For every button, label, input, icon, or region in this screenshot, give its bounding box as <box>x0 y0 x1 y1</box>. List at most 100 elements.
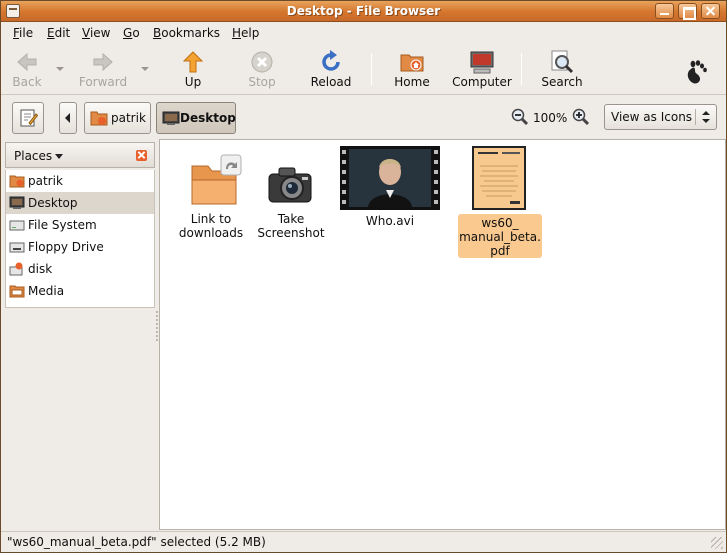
file-who-avi[interactable]: Who.avi <box>338 144 442 234</box>
up-label: Up <box>184 75 202 89</box>
sidebar-item-label: Media <box>28 284 65 298</box>
zoom-out-icon[interactable] <box>511 108 529 126</box>
chevron-down-icon[interactable] <box>55 154 63 159</box>
sidebar-item-disk[interactable]: disk <box>6 258 154 280</box>
camera-icon <box>268 167 312 203</box>
file-label: Screenshot <box>257 226 325 240</box>
forward-button[interactable]: Forward <box>71 43 135 95</box>
home-folder-icon <box>9 175 25 188</box>
window-title: Desktop - File Browser <box>286 4 441 18</box>
pane-resize-handle[interactable] <box>156 311 158 341</box>
home-button[interactable]: Home <box>388 43 436 95</box>
back-label: Back <box>12 75 42 89</box>
computer-label: Computer <box>452 75 512 89</box>
file-ws60-manual-beta-pdf[interactable]: ws60_ manual_beta. pdf <box>456 144 544 258</box>
forward-label: Forward <box>78 75 128 89</box>
view-mode-label: View as Icons <box>611 110 693 124</box>
menu-go[interactable]: Go <box>123 26 140 40</box>
toolbar-separator <box>371 53 372 85</box>
desktop-icon <box>9 196 25 209</box>
file-label: downloads <box>178 226 244 240</box>
disk-icon <box>9 262 23 276</box>
zoom-in-icon[interactable] <box>572 108 590 126</box>
search-label: Search <box>541 75 583 89</box>
combo-separator <box>695 109 696 125</box>
menu-edit[interactable]: Edit <box>47 26 70 40</box>
stop-label: Stop <box>248 75 276 89</box>
path-crumb-desktop[interactable]: Desktop <box>156 102 236 134</box>
file-label: Take <box>277 212 305 226</box>
reload-button[interactable]: Reload <box>304 43 358 95</box>
sidebar-item-label: disk <box>28 262 53 276</box>
toolbar-separator <box>521 53 522 85</box>
status-text: "ws60_manual_beta.pdf" selected (5.2 MB) <box>7 535 266 549</box>
minimize-button[interactable] <box>655 3 674 19</box>
menu-bookmarks[interactable]: Bookmarks <box>153 26 220 40</box>
up-arrow-icon <box>182 51 204 73</box>
view-mode-select[interactable]: View as Icons <box>604 104 717 130</box>
home-folder-icon <box>90 111 108 126</box>
file-label: Link to <box>190 212 232 226</box>
sidebar-item-label: Floppy Drive <box>28 240 104 254</box>
back-arrow-icon <box>17 52 37 72</box>
icon-view[interactable]: Link to downloads Take Screenshot Who.av… <box>159 139 726 530</box>
file-take-screenshot[interactable]: Take Screenshot <box>252 148 330 248</box>
reload-label: Reload <box>310 75 352 89</box>
computer-icon <box>470 51 494 74</box>
close-sidebar-icon[interactable] <box>136 150 147 161</box>
drive-icon <box>9 220 25 231</box>
desktop-icon <box>162 111 180 125</box>
toolbar: Back Forward Up Stop Reload Home Compute… <box>1 43 726 95</box>
location-bar: patrik Desktop 100% View as Icons <box>1 96 726 138</box>
file-browser-window: Desktop - File Browser File Edit View Go… <box>0 0 727 553</box>
window-resize-grip[interactable] <box>711 537 723 549</box>
path-scroll-left-button[interactable] <box>59 102 77 134</box>
stop-icon <box>251 51 273 73</box>
reload-icon <box>322 50 340 71</box>
back-button[interactable]: Back <box>3 43 51 95</box>
up-button[interactable]: Up <box>169 43 217 95</box>
forward-arrow-icon <box>93 52 113 72</box>
status-bar: "ws60_manual_beta.pdf" selected (5.2 MB) <box>1 531 726 552</box>
folder-link-icon <box>191 154 242 205</box>
sidebar-item-patrik[interactable]: patrik <box>6 170 154 192</box>
video-thumbnail <box>340 146 440 210</box>
menu-help[interactable]: Help <box>232 26 259 40</box>
home-label: Home <box>394 75 430 89</box>
home-folder-icon <box>400 54 424 72</box>
sidebar-item-label: patrik <box>28 174 63 188</box>
zoom-level[interactable]: 100% <box>533 111 567 125</box>
crumb-label: Desktop <box>180 111 236 125</box>
sidebar: Places patrik Desktop File System Floppy… <box>5 142 155 530</box>
gnome-foot-icon <box>687 60 707 84</box>
spin-arrows-icon <box>702 111 710 123</box>
path-crumb-patrik[interactable]: patrik <box>84 102 151 134</box>
forward-history-dropdown[interactable] <box>141 67 149 71</box>
sidebar-header: Places <box>5 142 155 168</box>
stop-button[interactable]: Stop <box>238 43 286 95</box>
back-history-dropdown[interactable] <box>56 67 64 71</box>
sidebar-item-file-system[interactable]: File System <box>6 214 154 236</box>
sidebar-item-label: File System <box>28 218 97 232</box>
sidebar-item-desktop[interactable]: Desktop <box>6 192 154 214</box>
menu-view[interactable]: View <box>82 26 110 40</box>
computer-button[interactable]: Computer <box>451 43 513 95</box>
places-list: patrik Desktop File System Floppy Drive … <box>5 170 155 308</box>
crumb-label: patrik <box>111 111 146 125</box>
floppy-icon <box>9 242 25 253</box>
file-label: Who.avi <box>365 214 415 228</box>
sidebar-item-media[interactable]: Media <box>6 280 154 302</box>
sidebar-item-floppy-drive[interactable]: Floppy Drive <box>6 236 154 258</box>
title-bar[interactable]: Desktop - File Browser <box>1 1 726 22</box>
file-label: manual_beta. <box>459 230 541 244</box>
menu-bar: File Edit View Go Bookmarks Help <box>1 22 726 43</box>
close-button[interactable] <box>701 3 720 19</box>
toggle-location-entry-button[interactable] <box>12 102 44 134</box>
file-label: ws60_ <box>481 216 519 230</box>
sidebar-type-select[interactable]: Places <box>14 149 52 163</box>
search-button[interactable]: Search <box>538 43 586 95</box>
file-label: pdf <box>490 244 510 258</box>
maximize-button[interactable] <box>678 3 697 20</box>
menu-file[interactable]: File <box>13 26 33 40</box>
file-link-to-downloads[interactable]: Link to downloads <box>172 148 250 248</box>
